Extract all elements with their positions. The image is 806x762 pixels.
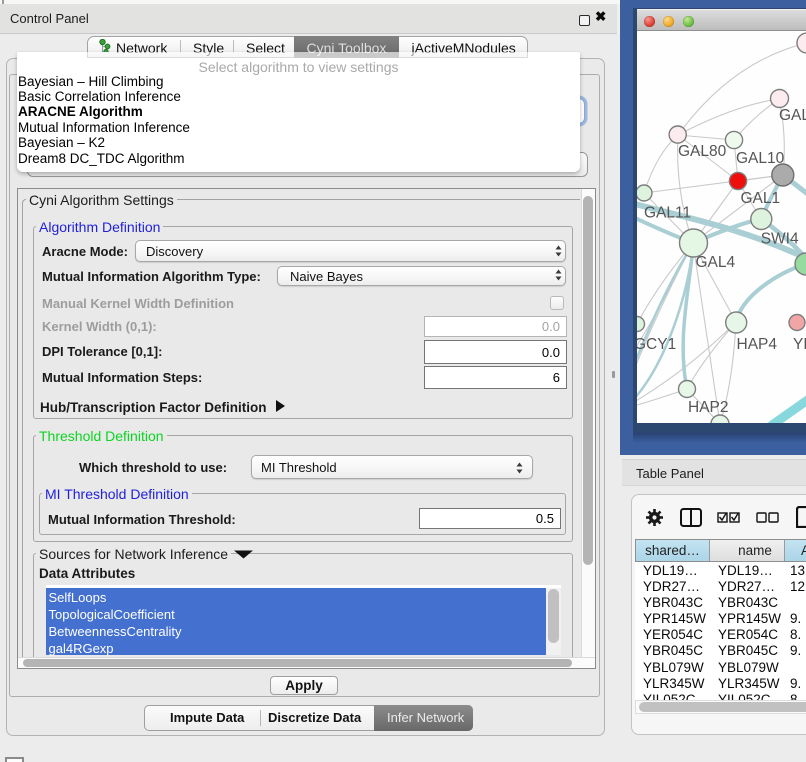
svg-text:HAP2: HAP2	[688, 399, 729, 416]
svg-text:HAP4: HAP4	[737, 336, 778, 353]
svg-text:GCY1: GCY1	[637, 336, 676, 353]
svg-text:YBR: YBR	[793, 336, 806, 353]
svg-text:SWI4: SWI4	[761, 231, 799, 248]
svg-text:GAL7: GAL7	[779, 107, 806, 124]
svg-text:GAL80: GAL80	[678, 143, 727, 160]
svg-text:GAL11: GAL11	[644, 205, 691, 222]
svg-text:GAL1: GAL1	[741, 190, 781, 207]
svg-text:GAL4: GAL4	[696, 254, 736, 271]
svg-text:GAL10: GAL10	[736, 150, 785, 167]
